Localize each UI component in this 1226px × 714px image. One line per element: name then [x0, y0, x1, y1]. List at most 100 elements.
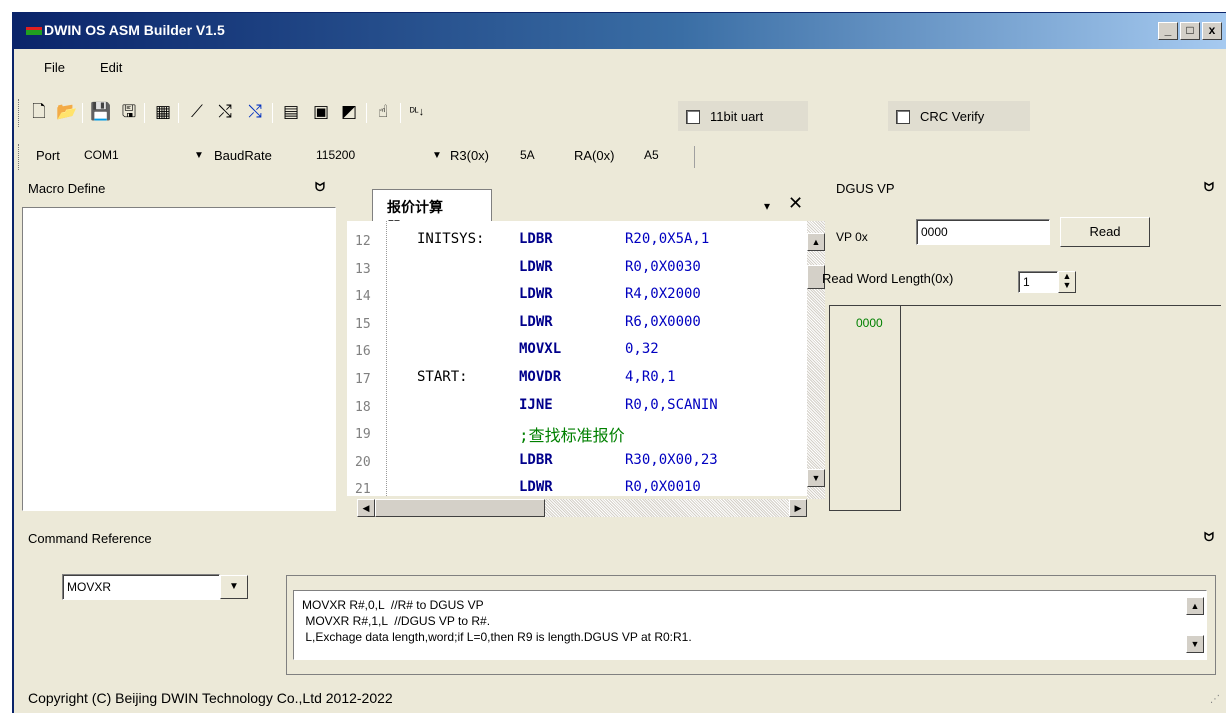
menu-edit[interactable]: Edit [100, 60, 122, 75]
port-bar: Port COM1 ▼ BaudRate 115200 ▼ R3(0x) 5A … [14, 136, 1226, 178]
toolbar-separator [272, 103, 273, 123]
code-opcode: MOVDR [519, 369, 562, 385]
code-opcode: LDWR [519, 479, 553, 496]
portbar-grip[interactable] [18, 144, 21, 170]
download-icon[interactable]: ⤭ [214, 101, 236, 123]
dgus-pin-icon[interactable]: ᗢ [1204, 180, 1214, 195]
download-alt-icon[interactable]: ⤭ [244, 101, 266, 123]
title-bar[interactable]: DWIN OS ASM Builder V1.5 _ □ x [14, 13, 1226, 49]
toolbar: 🗋 📂 💾 🖫 ▦ ⟋ ⤭ ⤭ ▤ ▣ ◩ ☝ ᴰᴸ↓ 11bit uart C… [14, 93, 1226, 133]
build-icon[interactable]: ▦ [152, 101, 174, 123]
save-all-icon[interactable]: 🖫 [118, 101, 140, 123]
baud-label: BaudRate [214, 148, 272, 163]
save-icon[interactable]: 💾 [90, 101, 112, 123]
editor-tab-menu-icon[interactable]: ▾ [764, 199, 770, 213]
read-length-input[interactable]: 1 [1018, 271, 1058, 293]
editor-close-icon[interactable]: ✕ [788, 193, 803, 214]
command-help-frame: MOVXR R#,0,L //R# to DGUS VP MOVXR R#,1,… [286, 575, 1216, 675]
code-opcode: LDWR [519, 258, 553, 275]
toolbar-separator [400, 103, 401, 123]
dgus-pane-title: DGUS VP [836, 181, 895, 196]
port-dropdown-icon[interactable]: ▼ [194, 150, 204, 161]
minimize-button[interactable]: _ [1158, 22, 1178, 40]
code-opcode: LDBR [519, 451, 553, 468]
scroll-down-button[interactable]: ▼ [807, 469, 825, 487]
code-editor[interactable]: 12 INITSYS: LDBR R20,0X5A,1 13 LDWR R0,0X0030 1… [347, 221, 825, 496]
line-number: 12 [355, 234, 371, 249]
baud-dropdown-icon[interactable]: ▼ [432, 150, 442, 161]
app-icon [26, 27, 42, 35]
resize-grip-icon[interactable]: ⋰ [1210, 694, 1220, 705]
macro-list[interactable] [22, 207, 336, 511]
maximize-button[interactable]: □ [1180, 22, 1200, 40]
window-title: DWIN OS ASM Builder V1.5 [44, 22, 225, 38]
code-operands: R0,0X0030 [625, 258, 701, 275]
macro-pin-icon[interactable]: ᗢ [315, 180, 325, 195]
port-select[interactable]: COM1 [84, 148, 119, 162]
line-number: 15 [355, 316, 371, 332]
scroll-up-button[interactable]: ▲ [807, 233, 825, 251]
toolbar-separator [366, 103, 367, 123]
line-number: 21 [355, 482, 371, 496]
editor-tab[interactable]: 报价计算器.ASM [372, 189, 492, 235]
vp-result-address: 0000 [856, 316, 883, 330]
r3-label: R3(0x) [450, 148, 490, 163]
editor-vertical-scrollbar[interactable]: ▲ ▼ [807, 221, 825, 499]
code-opcode: IJNE [519, 396, 553, 413]
editor-horizontal-scrollbar[interactable]: ◀ ▶ [357, 499, 807, 517]
ra-label: RA(0x) [574, 148, 615, 163]
scroll-right-button[interactable]: ▶ [789, 499, 807, 517]
help-scroll-down-button[interactable]: ▼ [1186, 635, 1204, 653]
properties-icon[interactable]: ◩ [338, 101, 360, 123]
close-button[interactable]: x [1202, 22, 1222, 40]
toolbar-grip[interactable] [18, 99, 21, 127]
crc-checkbox[interactable] [896, 110, 910, 124]
code-opcode: LDWR [519, 313, 553, 330]
new-icon[interactable]: 🗋 [28, 101, 50, 123]
r3-input[interactable]: 5A [520, 148, 535, 162]
macro-pane-title: Macro Define [28, 181, 106, 196]
line-number: 18 [355, 399, 371, 415]
read-button[interactable]: Read [1060, 217, 1150, 247]
preview-icon[interactable]: ▣ [310, 101, 332, 123]
code-opcode: LDBR [519, 231, 553, 247]
uart-checkbox[interactable] [686, 110, 700, 124]
vp-label: VP 0x [836, 230, 868, 244]
baud-select[interactable]: 115200 [316, 148, 355, 162]
toolbar-separator [178, 103, 179, 123]
hand-icon[interactable]: ☝ [372, 101, 394, 123]
code-operands: R0,0X0010 [625, 479, 701, 496]
portbar-separator [694, 146, 695, 168]
compile-icon[interactable]: ⟋ [186, 101, 208, 123]
help-line: MOVXR R#,1,L //DGUS VP to R#. [302, 614, 491, 628]
command-ref-title: Command Reference [28, 531, 152, 546]
code-operands: R20,0X5A,1 [625, 231, 710, 247]
code-opcode: MOVXL [519, 341, 562, 358]
download-dl-icon[interactable]: ᴰᴸ↓ [406, 101, 428, 123]
port-label: Port [36, 148, 60, 163]
ra-input[interactable]: A5 [644, 148, 659, 162]
code-comment: ;查找标准报价 [519, 426, 625, 446]
toolbar-separator [82, 103, 83, 123]
line-number: 19 [355, 427, 371, 443]
command-select[interactable]: MOVXR [62, 574, 220, 600]
help-scroll-up-button[interactable]: ▲ [1186, 597, 1204, 615]
menu-file[interactable]: File [44, 60, 65, 75]
code-operands: 4,R0,1 [625, 369, 676, 385]
line-number: 13 [355, 261, 371, 277]
line-number: 14 [355, 289, 371, 305]
vp-address-column: 0000 [829, 305, 901, 511]
code-operands: R30,0X00,23 [625, 451, 718, 468]
code-operands: 0,32 [625, 341, 659, 358]
vp-input[interactable]: 0000 [916, 219, 1050, 245]
debug-icon[interactable]: ▤ [280, 101, 302, 123]
vp-value-grid[interactable] [901, 305, 1221, 511]
command-dropdown-icon[interactable]: ▼ [220, 575, 248, 599]
scroll-left-button[interactable]: ◀ [357, 499, 375, 517]
length-spinner[interactable]: ▲ ▼ [1058, 271, 1076, 293]
command-help-text[interactable]: MOVXR R#,0,L //R# to DGUS VP MOVXR R#,1,… [293, 590, 1207, 660]
read-length-label: Read Word Length(0x) [822, 271, 954, 286]
open-icon[interactable]: 📂 [56, 101, 78, 123]
command-ref-pin-icon[interactable]: ᗢ [1204, 530, 1214, 545]
hscroll-thumb[interactable] [375, 499, 545, 517]
